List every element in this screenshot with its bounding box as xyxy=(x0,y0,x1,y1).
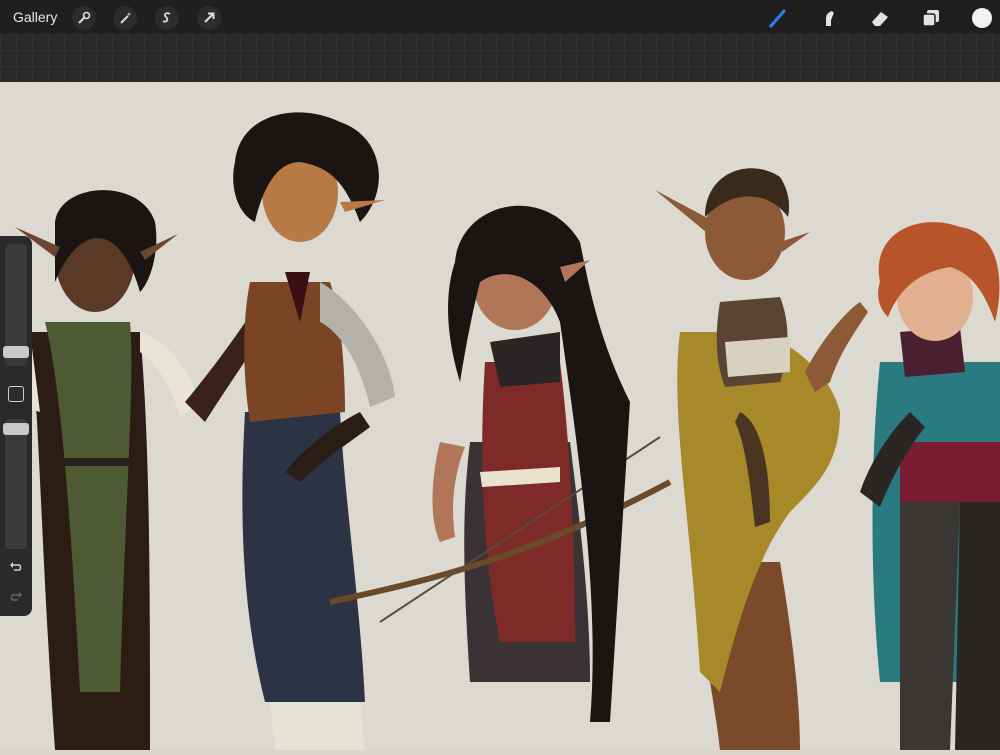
brush-icon[interactable] xyxy=(764,4,792,32)
modify-square-icon[interactable] xyxy=(8,386,24,402)
top-toolbar: Gallery xyxy=(0,0,1000,34)
redo-icon[interactable] xyxy=(7,588,25,606)
layers-icon[interactable] xyxy=(917,4,945,32)
selection-icon[interactable] xyxy=(155,6,179,30)
smudge-icon[interactable] xyxy=(815,4,843,32)
gallery-button[interactable]: Gallery xyxy=(13,9,57,25)
transform-arrow-icon[interactable] xyxy=(197,6,221,30)
character-curly-hair-vest xyxy=(233,112,395,750)
toolbar-grid-strip xyxy=(0,34,1000,82)
character-elf-green-vest xyxy=(10,190,280,750)
brush-size-thumb[interactable] xyxy=(3,346,29,358)
drawing-canvas[interactable] xyxy=(0,82,1000,750)
magic-wand-icon[interactable] xyxy=(113,6,137,30)
character-illustration xyxy=(10,112,1000,750)
character-elf-olive-shawl xyxy=(655,168,868,750)
eraser-icon[interactable] xyxy=(866,4,894,32)
side-slider-panel xyxy=(0,236,32,616)
opacity-slider[interactable] xyxy=(5,419,27,549)
wrench-icon[interactable] xyxy=(72,6,96,30)
color-swatch[interactable] xyxy=(968,4,996,32)
character-archer-red-dress xyxy=(329,205,672,723)
character-red-hair-teal-coat xyxy=(860,222,1000,750)
opacity-thumb[interactable] xyxy=(3,423,29,435)
undo-icon[interactable] xyxy=(7,558,25,576)
